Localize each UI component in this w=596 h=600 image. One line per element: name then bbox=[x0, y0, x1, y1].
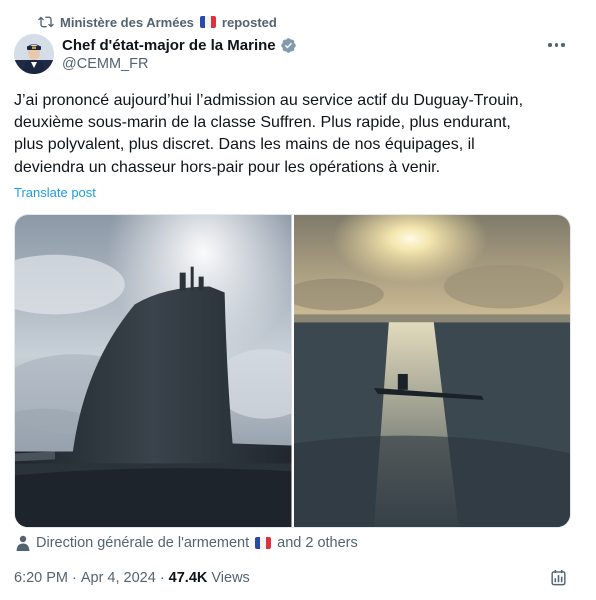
tagged-accounts[interactable]: Direction générale de l'armement and 2 o… bbox=[16, 533, 358, 553]
post-date[interactable]: Apr 4, 2024 bbox=[81, 570, 156, 586]
submarine-sunset-photo[interactable] bbox=[293, 215, 570, 527]
tagged-account-name[interactable]: Direction générale de l'armement bbox=[36, 535, 249, 551]
tweet-text: J’ai prononcé aujourd’hui l’admission au… bbox=[14, 92, 524, 176]
post-analytics-icon[interactable] bbox=[549, 568, 568, 587]
author-handle[interactable]: @CEMM_FR bbox=[62, 56, 297, 72]
translate-post-link[interactable]: Translate post bbox=[14, 185, 96, 200]
more-options-icon[interactable] bbox=[548, 38, 568, 52]
views-label: Views bbox=[211, 570, 250, 586]
repost-icon bbox=[38, 16, 54, 28]
repost-account[interactable]: Ministère des Armées bbox=[60, 15, 194, 30]
person-icon bbox=[16, 535, 30, 551]
verified-badge-icon[interactable] bbox=[280, 37, 297, 54]
meta-separator: · bbox=[72, 570, 77, 586]
media-grid bbox=[14, 214, 571, 528]
post-meta: 6:20 PM · Apr 4, 2024 · 47.4K Views bbox=[14, 568, 250, 588]
meta-separator: · bbox=[159, 570, 165, 586]
france-flag-icon bbox=[255, 537, 272, 549]
tagged-others[interactable]: and 2 others bbox=[277, 535, 358, 551]
avatar[interactable] bbox=[14, 34, 54, 74]
submarine-sail-photo[interactable] bbox=[15, 215, 292, 527]
author-block: Chef d'état-major de la Marine @CEMM_FR bbox=[62, 35, 297, 72]
post-time[interactable]: 6:20 PM bbox=[14, 570, 68, 586]
author-name[interactable]: Chef d'état-major de la Marine bbox=[62, 37, 276, 54]
france-flag-icon bbox=[199, 16, 216, 28]
views-count: 47.4K bbox=[168, 570, 208, 586]
repost-suffix: reposted bbox=[221, 14, 277, 30]
repost-indicator[interactable]: Ministère des Armées reposted bbox=[38, 13, 277, 31]
